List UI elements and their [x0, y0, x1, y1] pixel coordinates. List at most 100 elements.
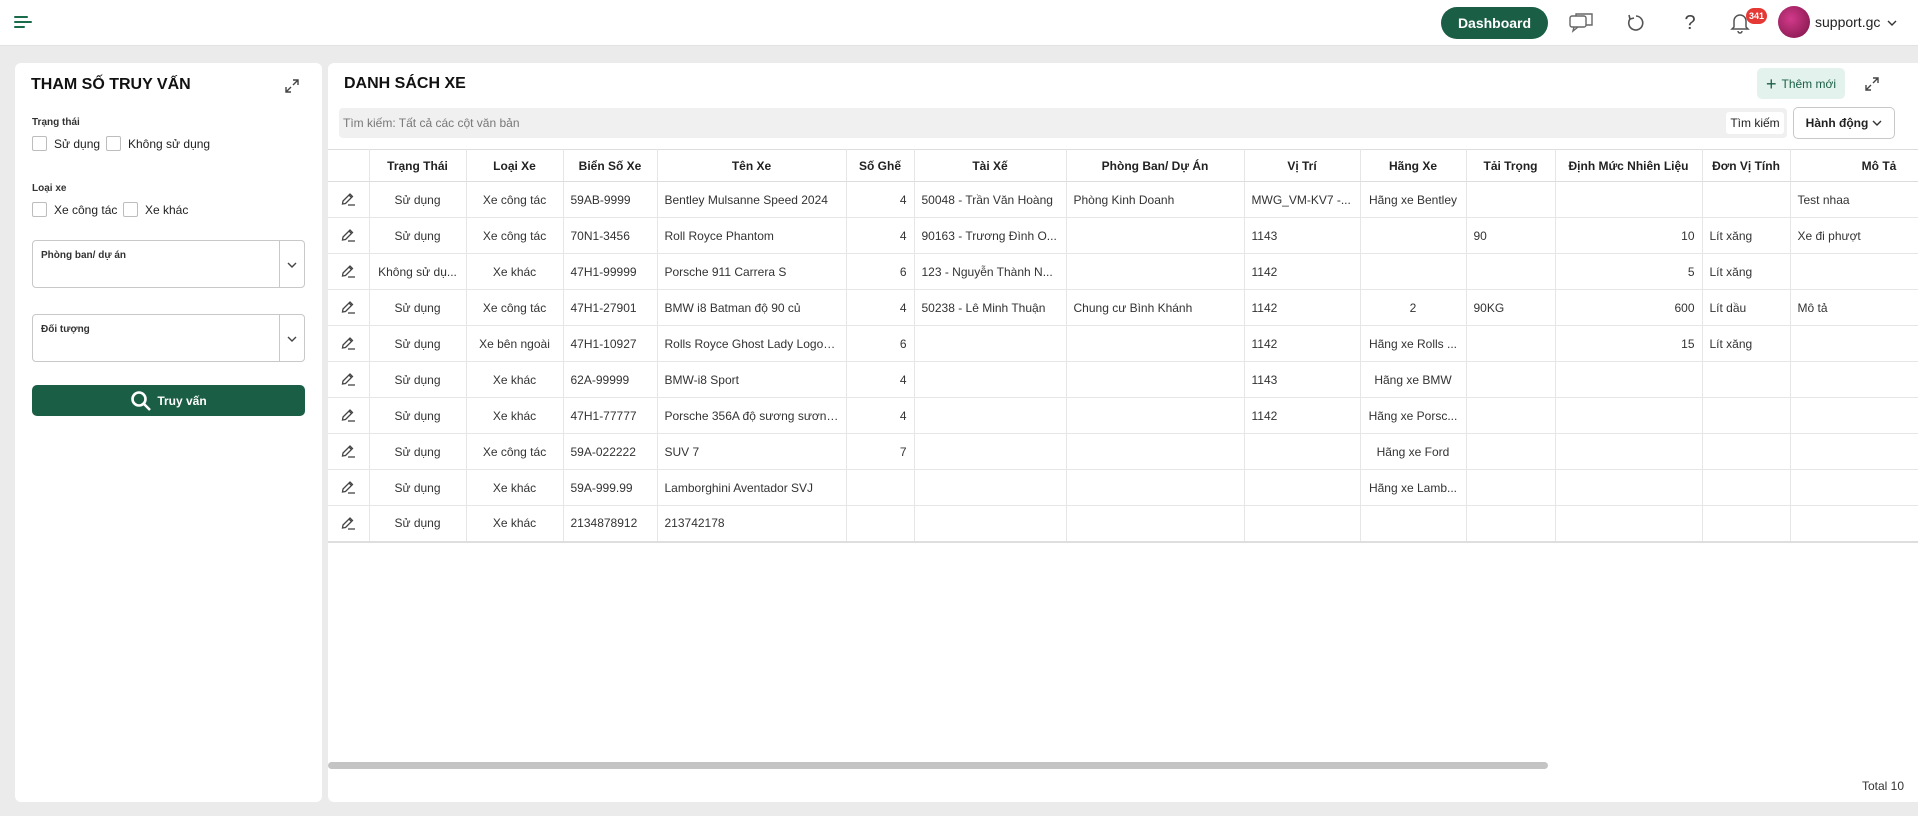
- table-cell: [1790, 433, 1918, 470]
- table-cell: 4: [846, 181, 915, 218]
- column-header[interactable]: Định Mức Nhiên Liệu: [1555, 149, 1703, 182]
- expand-icon[interactable]: [1863, 75, 1881, 93]
- table-cell: [1066, 253, 1245, 290]
- table-cell: Bentley Mulsanne Speed 2024: [657, 181, 847, 218]
- table-cell: 2: [1360, 289, 1467, 326]
- table-row[interactable]: Sử dụng Xe bên ngoài 47H1-10927 Rolls Royce…: [328, 325, 1918, 362]
- table-row[interactable]: Sử dụng Xe công tác 47H1-27901 BMW i8 Batma…: [328, 289, 1918, 326]
- edit-icon: [341, 229, 356, 242]
- edit-row-button[interactable]: [328, 253, 370, 290]
- edit-row-button[interactable]: [328, 181, 370, 218]
- table-cell: 47H1-27901: [563, 289, 658, 326]
- edit-row-button[interactable]: [328, 469, 370, 506]
- type-business-checkbox[interactable]: [32, 202, 47, 217]
- table-cell: [1702, 397, 1791, 434]
- table-cell: [1790, 325, 1918, 362]
- table-row[interactable]: Sử dụng Xe công tác 59A-022222 SUV 7 7 Hãng x…: [328, 433, 1918, 470]
- table-cell: [1466, 505, 1556, 543]
- table-cell: 59AB-9999: [563, 181, 658, 218]
- table-cell: 4: [846, 397, 915, 434]
- table-cell: BMW-i8 Sport: [657, 361, 847, 398]
- column-header[interactable]: Phòng Ban/ Dự Án: [1066, 149, 1245, 182]
- table-cell: [1066, 469, 1245, 506]
- column-header[interactable]: Tên Xe: [657, 149, 847, 182]
- table-cell: 6: [846, 253, 915, 290]
- table-cell: 70N1-3456: [563, 217, 658, 254]
- table-row[interactable]: Sử dụng Xe khác 59A-999.99 Lamborghini Aven…: [328, 469, 1918, 506]
- add-new-button[interactable]: + Thêm mới: [1757, 68, 1845, 99]
- status-option-in-use[interactable]: Sử dụng: [32, 136, 100, 151]
- edit-row-button[interactable]: [328, 289, 370, 326]
- edit-row-button[interactable]: [328, 325, 370, 362]
- table-cell: Rolls Royce Ghost Lady Logo Li...: [657, 325, 847, 362]
- dashboard-button[interactable]: Dashboard: [1441, 7, 1548, 39]
- table-cell: 1142: [1244, 397, 1361, 434]
- object-select[interactable]: Đối tượng: [32, 314, 305, 362]
- column-header[interactable]: Đơn Vị Tính: [1702, 149, 1791, 182]
- table-cell: Xe công tác: [466, 217, 564, 254]
- refresh-icon[interactable]: [1623, 10, 1649, 36]
- edit-row-button[interactable]: [328, 433, 370, 470]
- table-cell: 50238 - Lê Minh Thuận: [914, 289, 1067, 326]
- column-header[interactable]: Loại Xe: [466, 149, 564, 182]
- notification-badge: 341: [1746, 8, 1768, 24]
- status-option-not-in-use[interactable]: Không sử dụng: [106, 136, 210, 151]
- chevron-down-icon: [1887, 20, 1897, 26]
- table-cell: Lít xăng: [1702, 217, 1791, 254]
- table-cell: Sử dụng: [369, 469, 467, 506]
- table-row[interactable]: Không sử dụ... Xe khác 47H1-99999 Porsche 9…: [328, 253, 1918, 290]
- table-cell: BMW i8 Batman độ 90 củ: [657, 289, 847, 326]
- search-input[interactable]: [339, 108, 1679, 138]
- help-icon[interactable]: ?: [1677, 10, 1703, 36]
- table-row[interactable]: Sử dụng Xe công tác 59AB-9999 Bentley Mulsa…: [328, 181, 1918, 218]
- table-cell: Sử dụng: [369, 217, 467, 254]
- table-cell: 50048 - Trần Văn Hoàng: [914, 181, 1067, 218]
- column-header[interactable]: Biển Số Xe: [563, 149, 658, 182]
- table-row[interactable]: Sử dụng Xe công tác 70N1-3456 Roll Royce Ph…: [328, 217, 1918, 254]
- table-cell: SUV 7: [657, 433, 847, 470]
- chat-icon[interactable]: [1568, 10, 1594, 36]
- type-option-other[interactable]: Xe khác: [123, 202, 188, 217]
- table-cell: 59A-999.99: [563, 469, 658, 506]
- actions-label: Hành động: [1805, 116, 1869, 130]
- expand-icon[interactable]: [283, 77, 301, 95]
- actions-dropdown[interactable]: Hành động: [1793, 107, 1895, 139]
- column-header[interactable]: Tải Trọng: [1466, 149, 1556, 182]
- table-cell: 213742178: [657, 505, 847, 543]
- table-row[interactable]: Sử dụng Xe khác 47H1-77777 Porsche 356A độ …: [328, 397, 1918, 434]
- table-cell: Không sử dụ...: [369, 253, 467, 290]
- user-menu[interactable]: support.gc: [1815, 14, 1897, 30]
- query-button[interactable]: Truy vấn: [32, 385, 305, 416]
- column-header[interactable]: Trạng Thái: [369, 149, 467, 182]
- query-panel-title: THAM SỐ TRUY VẤN: [31, 76, 191, 93]
- edit-row-button[interactable]: [328, 397, 370, 434]
- column-header-edit: [328, 149, 370, 182]
- table-cell: Roll Royce Phantom: [657, 217, 847, 254]
- edit-row-button[interactable]: [328, 217, 370, 254]
- edit-row-button[interactable]: [328, 505, 370, 543]
- menu-icon[interactable]: [14, 14, 32, 30]
- status-not-in-use-checkbox[interactable]: [106, 136, 121, 151]
- object-select-label: Đối tượng: [41, 324, 90, 335]
- edit-row-button[interactable]: [328, 361, 370, 398]
- table-cell: [1360, 253, 1467, 290]
- column-header[interactable]: Số Ghế: [846, 149, 915, 182]
- table-row[interactable]: Sử dụng Xe khác 62A-99999 BMW-i8 Sport 4 1143…: [328, 361, 1918, 398]
- table-cell: [914, 361, 1067, 398]
- type-other-checkbox[interactable]: [123, 202, 138, 217]
- table-cell: [1066, 505, 1245, 543]
- search-button[interactable]: Tìm kiếm: [1726, 112, 1784, 134]
- table-cell: Porsche 356A độ sương sương...: [657, 397, 847, 434]
- table-cell: [846, 505, 915, 543]
- horizontal-scrollbar[interactable]: [328, 762, 1548, 769]
- status-in-use-checkbox[interactable]: [32, 136, 47, 151]
- table-row[interactable]: Sử dụng Xe khác 2134878912 213742178: [328, 505, 1918, 543]
- type-option-business[interactable]: Xe công tác: [32, 202, 117, 217]
- column-header[interactable]: Vị Trí: [1244, 149, 1361, 182]
- column-header[interactable]: Hãng Xe: [1360, 149, 1467, 182]
- avatar[interactable]: [1778, 6, 1810, 38]
- department-select[interactable]: Phòng ban/ dự án: [32, 240, 305, 288]
- column-header[interactable]: Mô Tả: [1790, 149, 1918, 182]
- column-header[interactable]: Tài Xế: [914, 149, 1067, 182]
- edit-icon: [341, 445, 356, 458]
